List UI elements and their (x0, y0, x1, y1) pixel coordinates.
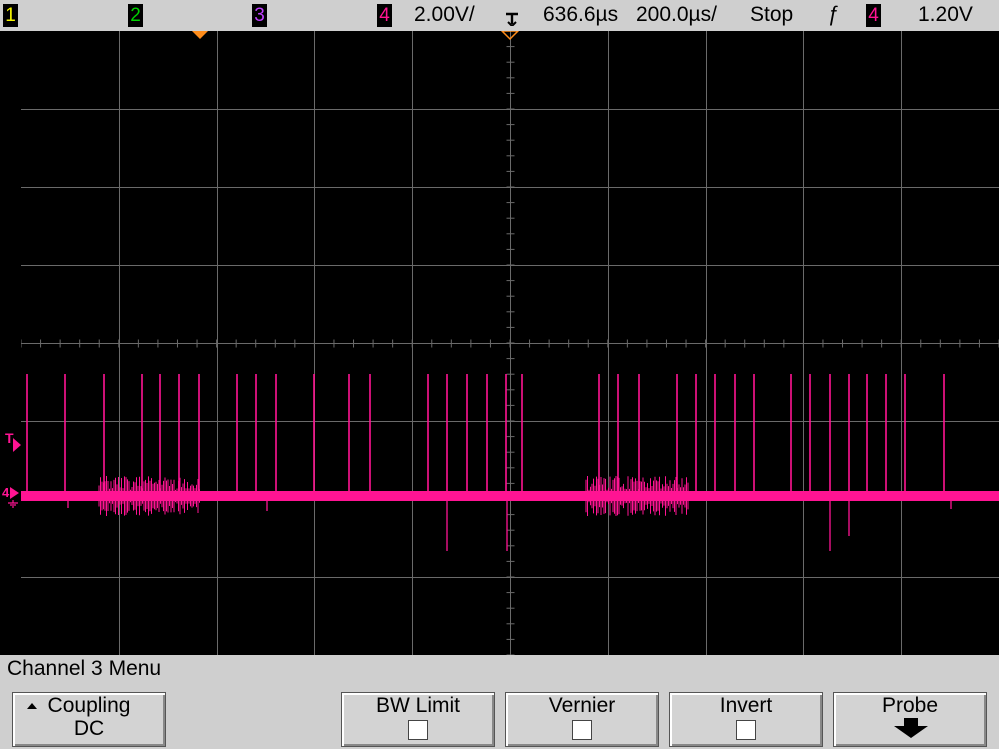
trigger-level: 1.20V (918, 3, 973, 26)
trigger-slope-icon: ƒ (827, 3, 839, 26)
delay-readout: 636.6µs (543, 3, 619, 26)
vernier-label: Vernier (548, 694, 616, 717)
invert-checkbox[interactable] (736, 720, 756, 740)
timebase-readout: 200.0µs/ (636, 3, 717, 26)
bw-limit-label: BW Limit (376, 694, 460, 717)
channel-4-noise-burst (585, 476, 689, 516)
vernier-softkey[interactable]: Vernier (505, 692, 659, 747)
waveform-canvas (20, 30, 999, 656)
status-bar: 1 2 3 4 2.00V/ 636.6µs 200.0µs/ Stop ƒ 4… (0, 0, 999, 31)
channel-4-marker-label: 4 (2, 485, 10, 500)
run-state: Stop (750, 3, 794, 26)
coupling-softkey[interactable]: Coupling DC (12, 692, 166, 747)
probe-softkey[interactable]: Probe (833, 692, 987, 747)
menu-title: Channel 3 Menu (7, 657, 162, 680)
trigger-channel-indicator: 4 (866, 4, 881, 27)
delay-icon (503, 2, 521, 32)
trigger-level-marker: T (4, 430, 22, 452)
waveform-display[interactable] (20, 30, 999, 656)
invert-softkey[interactable]: Invert (669, 692, 823, 747)
ground-icon (8, 500, 18, 508)
channel-2-indicator[interactable]: 2 (128, 4, 143, 27)
coupling-label: Coupling (47, 694, 131, 717)
channel-3-indicator[interactable]: 3 (252, 4, 267, 27)
coupling-value: DC (73, 717, 105, 740)
vernier-checkbox[interactable] (572, 720, 592, 740)
channel-4-indicator[interactable]: 4 (377, 4, 392, 27)
channel-4-scale: 2.00V/ (414, 3, 475, 26)
probe-label: Probe (881, 694, 939, 717)
bw-limit-softkey[interactable]: BW Limit (341, 692, 495, 747)
time-reference-marker (192, 31, 208, 39)
invert-label: Invert (719, 694, 773, 717)
channel-4-ground-marker: 4 (2, 485, 22, 509)
bw-limit-checkbox[interactable] (408, 720, 428, 740)
submenu-down-arrow-icon (894, 718, 928, 738)
channel-4-arrow-icon (10, 487, 19, 499)
channel-1-indicator[interactable]: 1 (3, 4, 18, 27)
